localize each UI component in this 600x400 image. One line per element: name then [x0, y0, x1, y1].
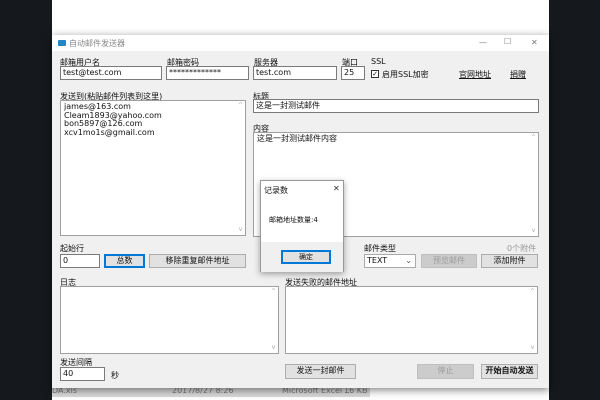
port-input[interactable]: 25 — [341, 66, 365, 80]
minimize-button[interactable]: — — [479, 38, 487, 47]
ssl-label: SSL — [371, 57, 386, 66]
start-row-label: 起始行 — [60, 244, 84, 253]
content-text: 这是一封测试邮件内容 — [257, 134, 337, 143]
password-input[interactable]: ************* — [166, 66, 249, 80]
app-icon — [58, 40, 66, 46]
interval-unit: 秒 — [111, 371, 119, 380]
mail-type-value: TEXT — [367, 256, 388, 265]
window-title: 自动邮件发送器 — [69, 39, 125, 48]
attachments-count: 0个附件 — [507, 244, 537, 253]
start-row-input[interactable]: 0 — [60, 254, 100, 268]
interval-input[interactable]: 40 — [60, 367, 105, 381]
log-textarea[interactable]: ^ v — [60, 286, 279, 354]
start-button[interactable]: 开始自动发送 — [481, 364, 538, 379]
subject-input[interactable]: 这是一封测试邮件 — [253, 99, 539, 113]
dialog-ok-button[interactable]: 确定 — [281, 250, 331, 264]
preview-button[interactable]: 预览邮件 — [421, 254, 477, 268]
close-button[interactable]: ✕ — [531, 38, 538, 47]
add-attachment-button[interactable]: 添加附件 — [481, 254, 538, 268]
scrollbar[interactable]: ^ v — [236, 101, 245, 235]
ssl-checkbox[interactable]: ✓ — [371, 70, 379, 78]
stop-button[interactable]: 停止 — [417, 364, 474, 379]
mail-sender-window: 自动邮件发送器 — ☐ ✕ 邮箱用户名 test@test.com 邮箱密码 *… — [52, 35, 549, 388]
recipients-textarea[interactable]: james@163.com Cleam1893@yahoo.com bon589… — [60, 100, 246, 236]
server-input[interactable]: test.com — [253, 66, 337, 80]
mail-type-label: 邮件类型 — [364, 244, 396, 253]
maximize-button[interactable]: ☐ — [504, 37, 511, 46]
ssl-checkbox-label: 启用SSL加密 — [382, 70, 429, 79]
failed-textarea[interactable]: ^ v — [285, 286, 538, 354]
username-input[interactable]: test@test.com — [60, 66, 162, 80]
donate-link[interactable]: 捐赠 — [510, 69, 526, 80]
dedupe-button[interactable]: 移除重复邮件地址 — [149, 254, 246, 268]
record-count-dialog: 记录数 ✕ 邮箱地址数量:4 确定 — [260, 180, 344, 272]
scrollbar[interactable]: ^ v — [529, 133, 538, 236]
send-one-button[interactable]: 发送一封邮件 — [285, 364, 356, 379]
mail-type-select[interactable]: TEXT ⌄ — [364, 254, 416, 268]
total-button[interactable]: 总数 — [104, 254, 145, 268]
chevron-down-icon: ⌄ — [405, 256, 412, 265]
recipient-item: xcv1mo1s@gmail.com — [64, 127, 155, 137]
scrollbar[interactable]: ^ v — [528, 287, 537, 353]
dialog-message: 邮箱地址数量:4 — [269, 216, 318, 224]
scrollbar[interactable]: ^ v — [269, 287, 278, 353]
title-bar: 自动邮件发送器 — ☐ ✕ — [52, 35, 549, 51]
website-link[interactable]: 官网地址 — [459, 69, 491, 80]
dialog-close-button[interactable]: ✕ — [333, 184, 340, 193]
dialog-title: 记录数 — [264, 186, 288, 195]
